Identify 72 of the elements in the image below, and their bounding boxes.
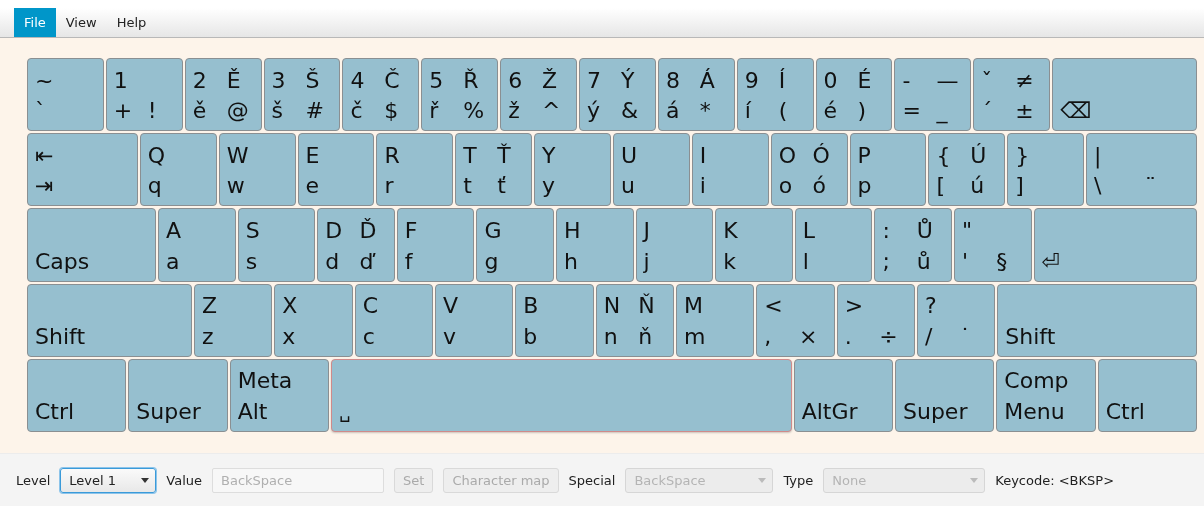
key[interactable]: J j [635,208,714,282]
key[interactable]: ⇤ ⇥ [27,133,138,207]
key[interactable]: N Ň n ň [595,283,674,357]
key[interactable]: Super [895,358,995,432]
key[interactable]: E e [297,133,375,207]
key[interactable]: Meta Alt [229,358,329,432]
field-label: Value [166,472,203,488]
key[interactable]: 3 Š š # [263,58,341,132]
key[interactable]: 2 Ě ě @ [184,58,262,132]
key[interactable]: 6 Ž ž ^ [500,58,577,132]
key[interactable]: F f [396,208,475,282]
key[interactable]: O Ó o ó [770,133,848,207]
key[interactable]: U u [612,133,690,207]
key[interactable]: 9 Í í ( [736,58,814,132]
key[interactable]: L l [794,208,873,282]
key[interactable]: X x [274,283,353,357]
key[interactable]: : Ů ; ů [874,208,952,282]
key[interactable]: Comp Menu [996,358,1096,432]
key[interactable]: ⏎ [1033,208,1197,282]
key[interactable]: > . ÷ [836,283,915,357]
key[interactable]: ˇ ≠ ´ ± [973,58,1051,132]
key[interactable]: W w [218,133,296,207]
key[interactable]: { Ú [ ú [928,133,1006,207]
key[interactable]: Caps [27,208,157,282]
key[interactable]: T Ť t ť [455,133,533,207]
key[interactable]: S s [237,208,316,282]
field-label: Level [16,472,51,488]
key[interactable]: Z z [194,283,273,357]
caret-icon [970,477,979,483]
field-label: Special [568,472,616,488]
key[interactable]: 5 Ř ř % [421,58,499,132]
key[interactable]: " ' § [954,208,1032,282]
key[interactable]: 7 Ý ý & [579,58,656,132]
key[interactable]: Q q [139,133,217,207]
key[interactable]: < , × [756,283,835,357]
key[interactable]: Shift [27,283,192,357]
caret-icon [758,477,767,483]
key[interactable]: } ] [1007,133,1085,207]
key[interactable]: V v [435,283,514,357]
menu-item[interactable]: Help [106,8,157,37]
key[interactable]: M m [675,283,755,357]
menu-item[interactable]: View [55,8,107,37]
key[interactable]: R r [376,133,454,207]
key[interactable]: Super [128,358,228,432]
key[interactable]: G g [476,208,554,282]
key[interactable]: 1 + ! [105,58,183,132]
key[interactable]: - — = _ [894,58,972,132]
key[interactable]: ~ ` [27,58,104,132]
key[interactable]: D Ď d ď [317,208,395,282]
dropdown[interactable]: Level 1 [60,467,157,493]
key[interactable]: Shift [997,283,1197,357]
key[interactable]: ⌫ [1052,58,1197,132]
key[interactable]: 0 É é ) [815,58,893,132]
key[interactable]: Ctrl [27,358,127,432]
key[interactable]: Ctrl [1097,358,1197,432]
key[interactable]: I i [691,133,769,207]
key[interactable]: H h [556,208,634,282]
key[interactable]: Y y [534,133,611,207]
key[interactable]: | \ ¨ [1086,133,1197,207]
key[interactable]: A a [158,208,236,282]
key[interactable]: C c [354,283,433,357]
key[interactable]: AltGr [793,358,893,432]
space-key[interactable]: ␣ [331,358,792,432]
caret-icon [141,477,150,483]
key[interactable]: 8 Á á * [657,58,735,132]
key[interactable]: P p [849,133,927,207]
key[interactable]: 4 Č č $ [342,58,420,132]
key[interactable]: B b [515,283,594,357]
field-label: Keycode: <BKSP> [995,472,1115,488]
field-label: Type [783,472,814,488]
key[interactable]: K k [715,208,793,282]
key[interactable]: ? / ˙ [916,283,996,357]
